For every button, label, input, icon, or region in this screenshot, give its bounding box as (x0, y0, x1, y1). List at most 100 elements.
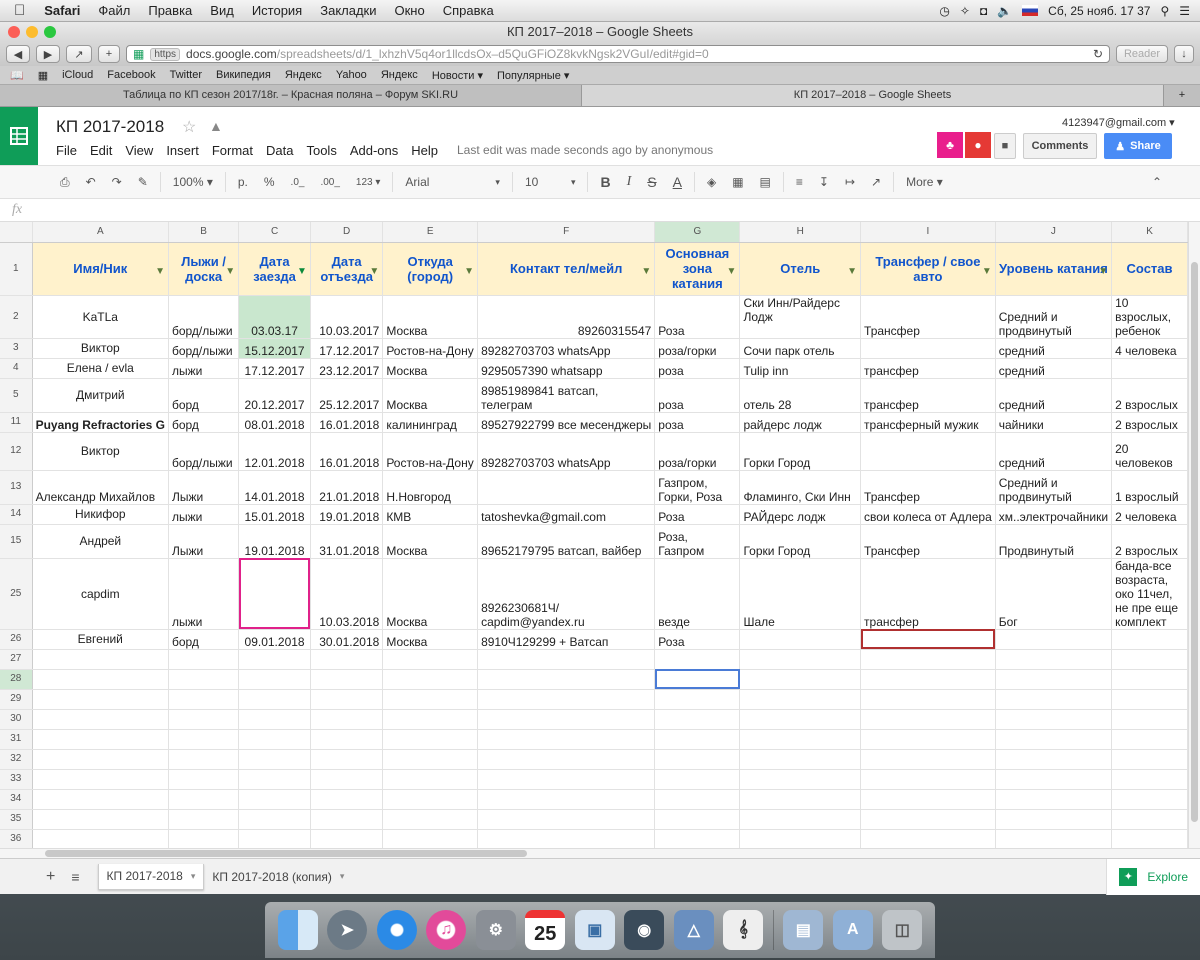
cell[interactable]: 30.01.2018 (310, 629, 384, 650)
cell[interactable] (995, 729, 1113, 750)
explore-button[interactable]: ✦ Explore (1106, 858, 1200, 895)
cell[interactable] (654, 749, 741, 770)
column-header[interactable]: E (382, 222, 479, 243)
chat-icon[interactable]: ■ (994, 133, 1016, 159)
cell[interactable]: 2 взрослых (1111, 378, 1188, 413)
chevron-down-icon[interactable]: ▾ (340, 871, 345, 882)
cell[interactable] (477, 789, 656, 810)
cell[interactable]: борд (168, 412, 240, 433)
cell[interactable]: лыжи (168, 504, 240, 525)
cell[interactable] (1111, 689, 1188, 710)
header-cell[interactable]: Уровень катания ▼ (995, 242, 1113, 296)
cell[interactable] (382, 789, 479, 810)
cell[interactable]: Дмитрий (32, 378, 169, 413)
doc-title[interactable]: КП 2017-2018 (56, 117, 164, 137)
column-header[interactable]: D (310, 222, 384, 243)
cell[interactable]: 4 человека (1111, 338, 1188, 359)
forward-button[interactable]: ▶ (36, 45, 60, 63)
cell[interactable] (238, 649, 311, 670)
cell[interactable]: 20.12.2017 (238, 378, 311, 413)
print-icon[interactable]: ⎙ (52, 175, 78, 190)
row-number[interactable]: 3 (0, 338, 33, 359)
cell[interactable]: 89851989841 ватсап, телеграм (477, 378, 656, 413)
cell[interactable] (238, 729, 311, 750)
menu-safari[interactable]: Safari (35, 3, 89, 18)
cell[interactable] (995, 789, 1113, 810)
cell[interactable]: Москва (382, 358, 479, 379)
cell[interactable]: Москва (382, 295, 479, 339)
cell[interactable]: 2 человека (1111, 504, 1188, 525)
cell[interactable]: 12.01.2018 (238, 432, 311, 471)
cell[interactable] (995, 709, 1113, 730)
cell[interactable]: лыжи (168, 358, 240, 379)
cell[interactable] (238, 689, 311, 710)
cell[interactable] (238, 749, 311, 770)
cell[interactable] (1111, 729, 1188, 750)
cell[interactable] (310, 729, 384, 750)
cell[interactable] (168, 649, 240, 670)
cell[interactable] (32, 749, 169, 770)
trash-icon[interactable]: ◫ (882, 910, 923, 950)
cell[interactable]: КМВ (382, 504, 479, 525)
header-cell[interactable]: Отель ▼ (739, 242, 862, 296)
cell[interactable]: Виктор (32, 338, 169, 359)
cell[interactable]: Роза, Газпром (654, 524, 741, 559)
cell[interactable] (654, 649, 741, 670)
downloads-icon[interactable]: ↓ (1174, 45, 1194, 63)
flag-icon[interactable] (1022, 5, 1039, 16)
more-formats-button[interactable]: 123 ▾ (348, 177, 389, 188)
cell[interactable]: лыжи (168, 558, 240, 630)
cell[interactable]: Ски Инн/Райдерс Лодж (739, 295, 862, 339)
cell[interactable] (860, 432, 996, 471)
apple-icon[interactable]:  (0, 2, 35, 19)
preview-icon[interactable]: ▣ (574, 910, 615, 950)
row-number[interactable]: 32 (0, 749, 33, 770)
cell[interactable]: 89282703703 whatsApp (477, 338, 656, 359)
cell[interactable]: Лыжи (168, 470, 240, 505)
cell[interactable]: свои колеса от Адлера (860, 504, 996, 525)
cell[interactable] (1111, 669, 1188, 690)
cell[interactable] (168, 689, 240, 710)
cell[interactable] (654, 689, 741, 710)
cell[interactable]: 89260315547 (477, 295, 656, 339)
cell[interactable] (1111, 709, 1188, 730)
cell[interactable] (739, 689, 862, 710)
menu-window[interactable]: Окно (386, 3, 434, 18)
cell[interactable] (995, 829, 1113, 848)
cell[interactable]: банда-все возраста, око 11чел, не пре ещ… (1111, 558, 1188, 630)
header-cell[interactable]: Имя/Ник ▼ (32, 242, 169, 296)
back-button[interactable]: ◀ (6, 45, 30, 63)
cell[interactable] (739, 769, 862, 790)
cell[interactable]: Трансфер (860, 524, 996, 559)
cell[interactable]: 31.01.2018 (310, 524, 384, 559)
drive-folder-icon[interactable]: ▲ (209, 118, 223, 134)
bookmark-wikipedia[interactable]: Википедия (216, 69, 271, 81)
borders-icon[interactable]: ▦ (724, 175, 751, 189)
bold-button[interactable]: B (592, 174, 618, 190)
cell[interactable] (860, 689, 996, 710)
cell[interactable] (739, 669, 862, 690)
cell[interactable]: 2 взрослых (1111, 412, 1188, 433)
cell[interactable] (168, 729, 240, 750)
cell[interactable]: tatoshevka@gmail.com (477, 504, 656, 525)
column-header[interactable]: I (860, 222, 996, 243)
cell[interactable] (32, 669, 169, 690)
safari-icon[interactable] (376, 910, 417, 950)
reader-button[interactable]: Reader (1116, 45, 1168, 63)
horizontal-scroll-thumb[interactable] (45, 850, 527, 857)
cell[interactable] (860, 769, 996, 790)
sheet-tab[interactable]: КП 2017-2018 (копия) ▾ (204, 864, 352, 890)
cell[interactable] (477, 809, 656, 830)
cell[interactable] (1111, 829, 1188, 848)
font-size-select[interactable]: 10 (517, 175, 563, 189)
cell[interactable] (477, 749, 656, 770)
minimize-window-icon[interactable] (26, 26, 38, 38)
cell[interactable] (1111, 649, 1188, 670)
clock[interactable]: Сб, 25 нояб. 17 37 (1048, 4, 1150, 18)
menu-addons[interactable]: Add-ons (350, 143, 398, 158)
cell[interactable] (654, 709, 741, 730)
bookmark-yahoo[interactable]: Yahoo (336, 69, 367, 81)
column-header[interactable]: G (654, 222, 741, 243)
menu-edit[interactable]: Edit (90, 143, 112, 158)
documents-folder-icon[interactable]: ▤ (783, 910, 824, 950)
